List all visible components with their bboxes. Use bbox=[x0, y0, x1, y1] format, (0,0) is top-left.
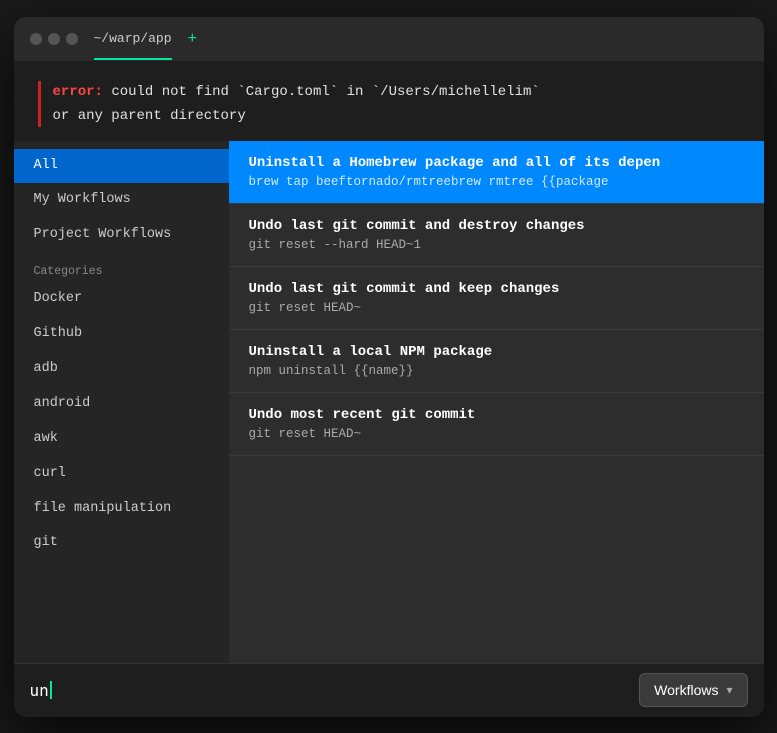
sidebar-item-project-workflows[interactable]: Project Workflows bbox=[14, 218, 229, 253]
result-item-4[interactable]: Undo most recent git commit git reset HE… bbox=[229, 393, 764, 456]
result-title-1: Undo last git commit and destroy changes bbox=[249, 218, 744, 234]
input-area[interactable]: un bbox=[30, 681, 640, 700]
titlebar: ~/warp/app + bbox=[14, 17, 764, 61]
error-line-1: error: could not find `Cargo.toml` in `/… bbox=[53, 81, 740, 103]
result-item-1[interactable]: Undo last git commit and destroy changes… bbox=[229, 204, 764, 267]
sidebar-item-all[interactable]: All bbox=[14, 149, 229, 184]
sidebar-item-github[interactable]: Github bbox=[14, 317, 229, 352]
dot-maximize[interactable] bbox=[66, 33, 78, 45]
result-title-3: Uninstall a local NPM package bbox=[249, 344, 744, 360]
new-tab-button[interactable]: + bbox=[188, 30, 198, 48]
result-item-3[interactable]: Uninstall a local NPM package npm uninst… bbox=[229, 330, 764, 393]
result-item-2[interactable]: Undo last git commit and keep changes gi… bbox=[229, 267, 764, 330]
sidebar-item-adb[interactable]: adb bbox=[14, 352, 229, 387]
dot-minimize[interactable] bbox=[48, 33, 60, 45]
result-command-3: npm uninstall {{name}} bbox=[249, 364, 744, 378]
workflow-dropdown: All My Workflows Project Workflows Categ… bbox=[14, 141, 764, 663]
sidebar-item-git[interactable]: git bbox=[14, 526, 229, 561]
terminal-area: error: could not find `Cargo.toml` in `/… bbox=[14, 61, 764, 663]
result-title-2: Undo last git commit and keep changes bbox=[249, 281, 744, 297]
workflows-button[interactable]: Workflows ▾ bbox=[639, 673, 747, 707]
error-line-2: or any parent directory bbox=[53, 105, 740, 127]
categories-label: Categories bbox=[14, 253, 229, 282]
input-text: un bbox=[30, 681, 49, 700]
result-title-0: Uninstall a Homebrew package and all of … bbox=[249, 155, 744, 171]
sidebar-item-awk[interactable]: awk bbox=[14, 422, 229, 457]
result-command-2: git reset HEAD~ bbox=[249, 301, 744, 315]
sidebar-item-curl[interactable]: curl bbox=[14, 457, 229, 492]
result-command-1: git reset --hard HEAD~1 bbox=[249, 238, 744, 252]
bottom-bar: un Workflows ▾ bbox=[14, 663, 764, 717]
dot-close[interactable] bbox=[30, 33, 42, 45]
result-command-4: git reset HEAD~ bbox=[249, 427, 744, 441]
result-item-0[interactable]: Uninstall a Homebrew package and all of … bbox=[229, 141, 764, 204]
titlebar-path: ~/warp/app bbox=[94, 31, 172, 46]
sidebar-item-docker[interactable]: Docker bbox=[14, 282, 229, 317]
workflow-results: Uninstall a Homebrew package and all of … bbox=[229, 141, 764, 663]
result-command-0: brew tap beeftornado/rmtreebrew rmtree {… bbox=[249, 175, 744, 189]
result-title-4: Undo most recent git commit bbox=[249, 407, 744, 423]
error-block: error: could not find `Cargo.toml` in `/… bbox=[38, 81, 740, 128]
terminal-window: ~/warp/app + error: could not find `Carg… bbox=[14, 17, 764, 717]
window-controls bbox=[30, 33, 78, 45]
error-message: could not find `Cargo.toml` in `/Users/m… bbox=[111, 84, 539, 100]
workflow-sidebar: All My Workflows Project Workflows Categ… bbox=[14, 141, 229, 663]
sidebar-item-my-workflows[interactable]: My Workflows bbox=[14, 183, 229, 218]
workflows-label: Workflows bbox=[654, 682, 718, 698]
error-or: or any parent directory bbox=[53, 108, 246, 124]
chevron-down-icon: ▾ bbox=[726, 683, 732, 697]
sidebar-item-file-manipulation[interactable]: file manipulation bbox=[14, 492, 229, 527]
text-cursor bbox=[50, 681, 52, 699]
sidebar-item-android[interactable]: android bbox=[14, 387, 229, 422]
error-keyword: error: bbox=[53, 84, 103, 100]
